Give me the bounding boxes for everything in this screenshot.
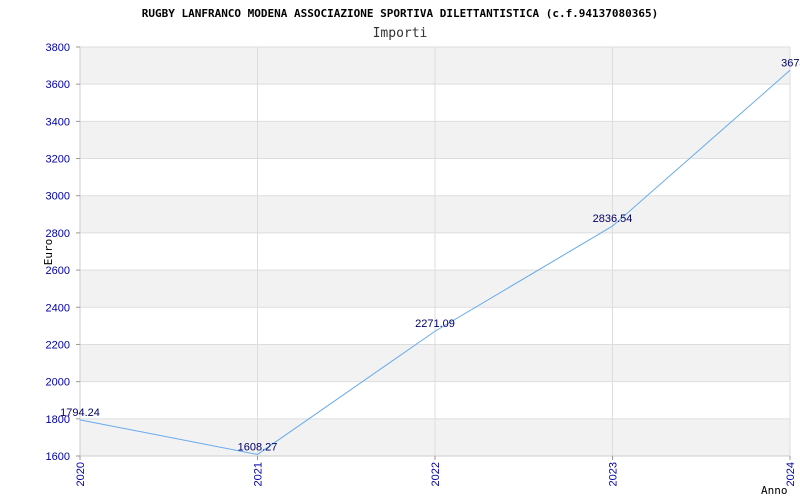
y-tick-label: 2000: [46, 377, 70, 389]
x-tick-label: 2022: [430, 462, 442, 486]
y-tick-label: 2200: [46, 339, 70, 351]
y-tick-label: 2400: [46, 302, 70, 314]
x-tick-label: 2020: [75, 462, 87, 486]
y-tick-label: 3600: [46, 79, 70, 91]
data-label: 3674.7: [781, 57, 800, 69]
x-axis-label: Anno: [761, 484, 788, 497]
data-label: 1794.24: [60, 407, 100, 419]
x-axis-ticks: 2020 2021 2022 2023 2024: [75, 456, 797, 486]
data-labels: 1794.24 1608.27 2271.09 2836.54 3674.7: [60, 57, 800, 453]
x-tick-label: 2023: [608, 462, 620, 486]
y-tick-label: 3000: [46, 191, 70, 203]
y-tick-label: 1600: [46, 451, 70, 463]
gridlines: [79, 46, 791, 457]
data-label: 2271.09: [415, 318, 455, 330]
y-tick-label: 3200: [46, 154, 70, 166]
y-tick-label: 2800: [46, 228, 70, 240]
chart-title: RUGBY LANFRANCO MODENA ASSOCIAZIONE SPOR…: [142, 7, 659, 20]
line-chart: RUGBY LANFRANCO MODENA ASSOCIAZIONE SPOR…: [42, 7, 800, 497]
y-tick-label: 3800: [46, 42, 70, 54]
x-tick-label: 2024: [785, 462, 797, 486]
y-axis-label: Euro: [42, 239, 55, 266]
chart-subtitle: Importi: [373, 26, 428, 41]
y-tick-label: 2600: [46, 265, 70, 277]
data-label: 2836.54: [593, 213, 633, 225]
y-tick-label: 3400: [46, 116, 70, 128]
x-tick-label: 2021: [253, 462, 265, 486]
data-label: 1608.27: [238, 441, 278, 453]
